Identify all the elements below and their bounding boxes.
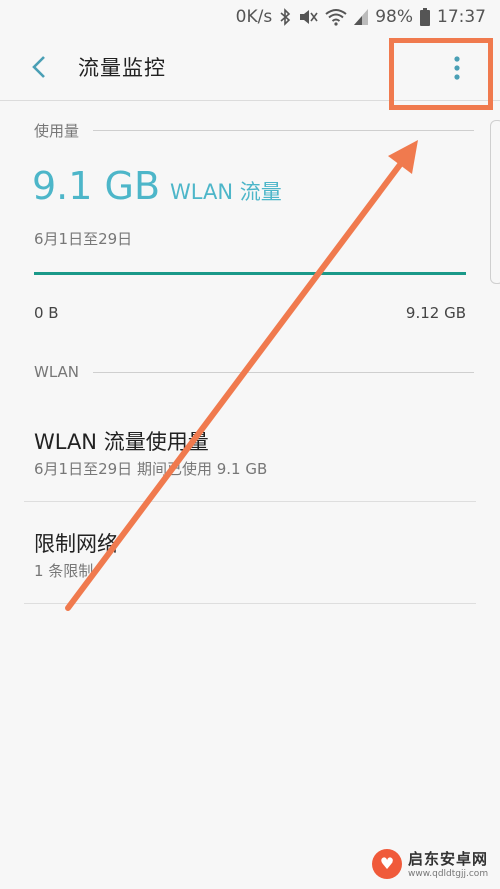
network-speed: 0K/s: [235, 7, 273, 27]
wifi-icon: [325, 8, 347, 26]
usage-type-label: WLAN 流量: [170, 180, 282, 204]
section-divider-line: [93, 129, 474, 131]
usage-date-range: 6月1日至29日: [34, 230, 133, 248]
list-item-title: WLAN 流量使用量: [34, 430, 209, 454]
usage-summary: 9.1 GB WLAN 流量: [32, 164, 282, 208]
battery-icon: [420, 8, 430, 26]
watermark-url: www.qdldtgjj.com: [408, 869, 489, 879]
usage-progress-bar: [34, 272, 466, 275]
list-item-restrict-network[interactable]: 限制网络 1 条限制: [0, 510, 500, 602]
usage-bar-max-label: 9.12 GB: [405, 304, 466, 322]
annotation-highlight-box: [389, 38, 493, 110]
back-arrow-icon: [32, 56, 45, 78]
list-divider: [24, 603, 476, 604]
usage-section-header: 使用量: [34, 120, 474, 140]
list-item-wlan-usage[interactable]: WLAN 流量使用量 6月1日至29日 期间已使用 9.1 GB: [0, 410, 500, 500]
watermark-name: 启东安卓网: [408, 850, 489, 868]
signal-icon: [354, 9, 369, 25]
usage-progress-fill: [34, 272, 466, 275]
status-bar: 0K/s 98% 17:37: [0, 0, 500, 34]
clock: 17:37: [437, 7, 486, 27]
wlan-section-header: WLAN: [34, 362, 474, 382]
list-divider: [24, 501, 476, 502]
page-title: 流量监控: [78, 56, 166, 80]
list-item-subtitle: 1 条限制: [34, 562, 94, 580]
usage-value: 9.1 GB: [32, 164, 161, 208]
list-item-title: 限制网络: [34, 532, 118, 556]
wlan-section-title: WLAN: [34, 363, 80, 381]
edge-panel-handle[interactable]: [490, 120, 500, 284]
bluetooth-icon: [279, 8, 291, 26]
watermark: ♥ 启东安卓网 www.qdldtgjj.com: [372, 848, 488, 879]
usage-section-title: 使用量: [34, 121, 80, 140]
section-divider-line: [93, 371, 474, 373]
battery-percent: 98%: [375, 7, 413, 27]
back-button[interactable]: [24, 50, 56, 84]
mute-icon: [298, 8, 318, 26]
list-item-subtitle: 6月1日至29日 期间已使用 9.1 GB: [34, 460, 268, 478]
usage-bar-min-label: 0 B: [34, 304, 59, 322]
watermark-logo-icon: ♥: [372, 848, 402, 879]
